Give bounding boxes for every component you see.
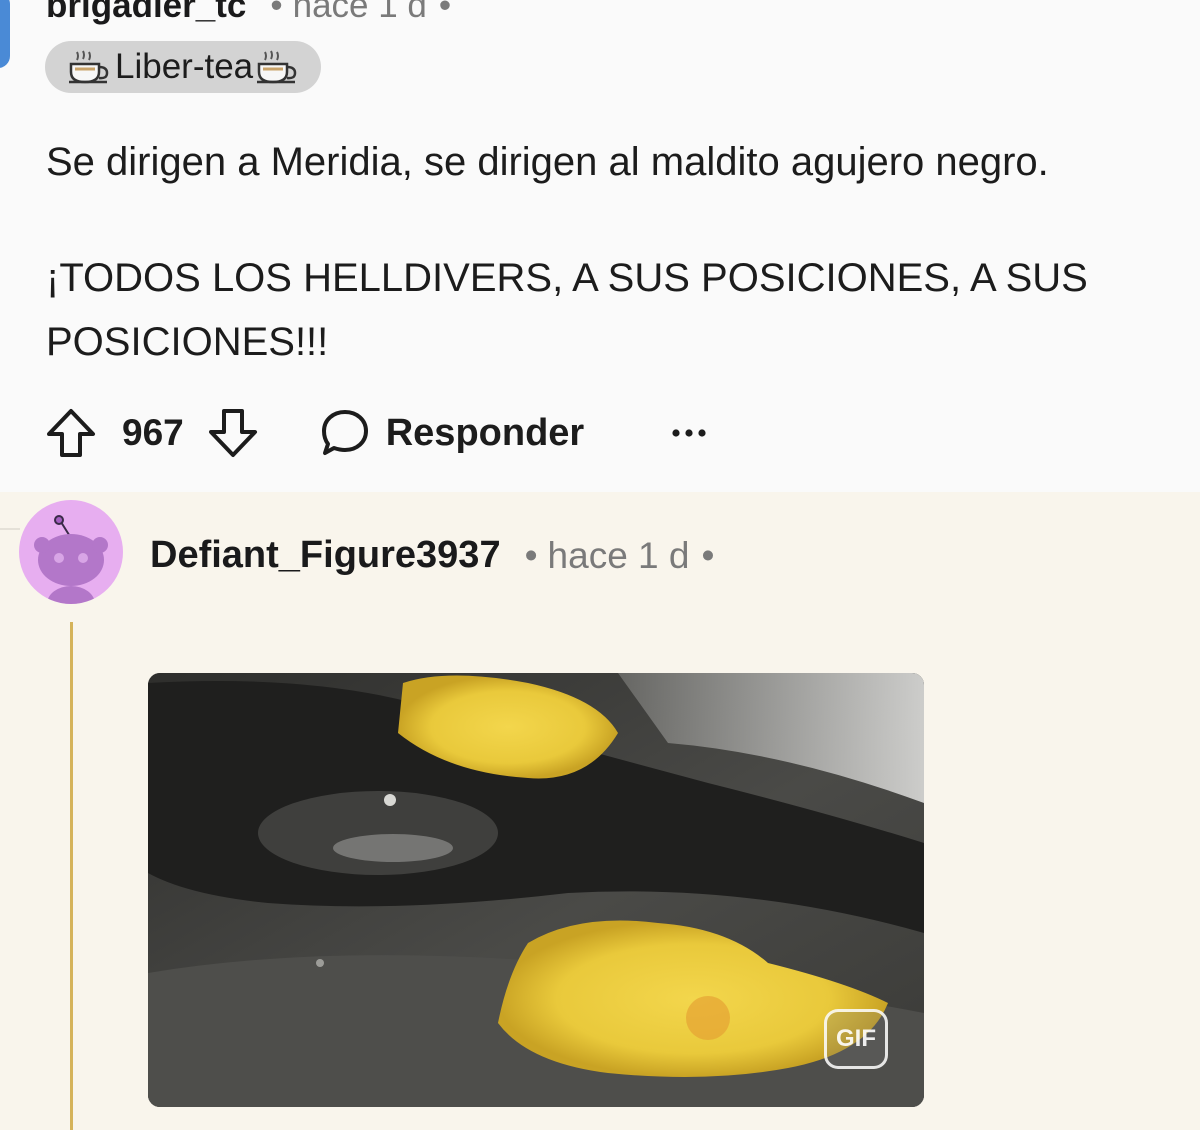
downvote-button[interactable]	[206, 406, 260, 460]
timestamp-dot-leading: •	[270, 0, 283, 25]
thread-line[interactable]	[70, 622, 73, 1130]
timestamp[interactable]: hace 1 d	[548, 535, 690, 577]
timestamp-dot-leading: •	[524, 534, 538, 576]
avatar[interactable]	[19, 500, 123, 604]
downvote-arrow-icon	[208, 409, 257, 457]
comment-body: Se dirigen a Meridia, se dirigen al mald…	[46, 130, 1196, 426]
username[interactable]: brigadier_tc	[46, 0, 246, 26]
upvote-button[interactable]	[44, 406, 98, 460]
comment-paragraph: Se dirigen a Meridia, se dirigen al mald…	[46, 140, 1049, 184]
comment-paragraph: ¡TODOS LOS HELLDIVERS, A SUS POSICIONES,…	[46, 256, 1088, 364]
avatar[interactable]	[0, 0, 10, 68]
comment-header: Defiant_Figure3937 • hace 1 d •	[150, 534, 714, 577]
comment-actions: 967 Responder	[44, 400, 712, 466]
timestamp[interactable]: hace 1 d	[293, 0, 427, 26]
gif-embed[interactable]: GIF	[148, 673, 924, 1107]
tea-cup-icon	[257, 50, 297, 84]
user-flair: Liber-tea	[45, 41, 322, 93]
comment-header: brigadier_tc • hace 1 d •	[46, 0, 451, 26]
tea-cup-icon	[69, 50, 109, 84]
comment-bubble-icon	[321, 410, 368, 455]
vote-score: 967	[122, 412, 184, 453]
upvote-arrow-icon	[47, 409, 95, 457]
thread-connector	[0, 528, 20, 530]
comment-thread: brigadier_tc • hace 1 d • Liber-tea Se d…	[0, 0, 1200, 1130]
username[interactable]: Defiant_Figure3937	[150, 534, 501, 577]
gif-image	[148, 673, 924, 1107]
timestamp-dot-trailing: •	[701, 534, 715, 576]
gif-badge: GIF	[824, 1009, 888, 1069]
reply-comment: Defiant_Figure3937 • hace 1 d • GIF	[0, 492, 1200, 1130]
timestamp-dot-trailing: •	[438, 0, 452, 25]
more-options-button[interactable]	[666, 410, 712, 456]
flair-text: Liber-tea	[115, 47, 254, 86]
reply-button[interactable]: Responder	[320, 408, 584, 458]
ellipsis-icon	[672, 429, 706, 437]
reddit-snoo-avatar-icon	[34, 515, 108, 604]
reply-label: Responder	[385, 411, 585, 454]
